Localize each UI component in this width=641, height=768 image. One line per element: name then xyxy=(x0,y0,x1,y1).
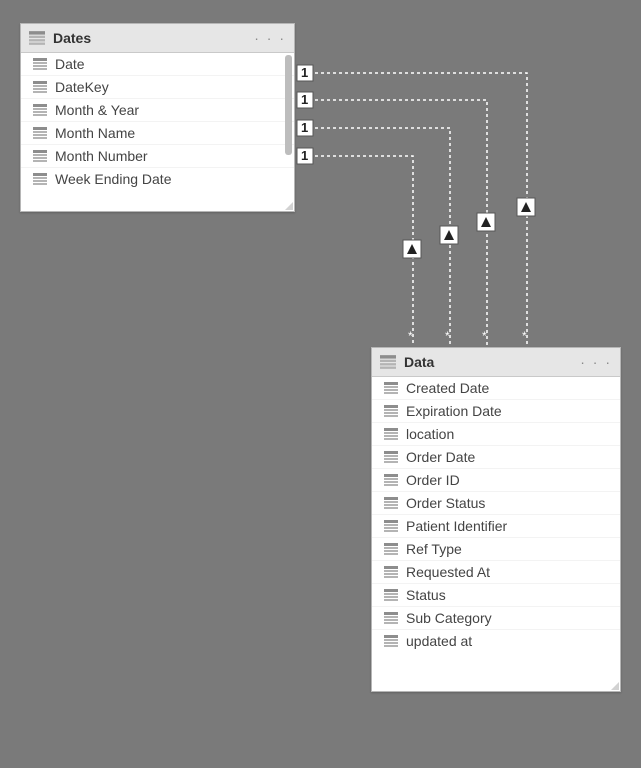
cardinality-many: * xyxy=(408,329,413,343)
column-icon xyxy=(384,589,398,601)
cardinality-one: 1 xyxy=(301,65,308,80)
table-title: Dates xyxy=(53,30,246,46)
field-label: Sub Category xyxy=(406,610,492,626)
field-label: Patient Identifier xyxy=(406,518,507,534)
cardinality-one: 1 xyxy=(301,92,308,107)
field-label: Month Name xyxy=(55,125,135,141)
field-label: Month & Year xyxy=(55,102,139,118)
table-menu-button[interactable]: · · · xyxy=(254,31,286,45)
model-canvas[interactable]: 1 * 1 * 1 * 1 * xyxy=(0,0,641,768)
field-row[interactable]: Order ID xyxy=(372,468,620,491)
column-icon xyxy=(33,81,47,93)
field-label: Week Ending Date xyxy=(55,171,171,187)
table-field-list: Date DateKey Month & Year Month Name Mon… xyxy=(21,53,294,210)
column-icon xyxy=(33,58,47,70)
column-icon xyxy=(384,566,398,578)
field-label: updated at xyxy=(406,633,472,649)
table-card-data[interactable]: Data · · · Created Date Expiration Date … xyxy=(371,347,621,692)
field-row[interactable]: Week Ending Date xyxy=(21,167,294,190)
field-row[interactable]: Requested At xyxy=(372,560,620,583)
field-label: Created Date xyxy=(406,380,489,396)
column-icon xyxy=(384,497,398,509)
table-icon xyxy=(380,355,396,369)
cardinality-many: * xyxy=(482,329,487,343)
field-row[interactable]: Order Date xyxy=(372,445,620,468)
cardinality-one: 1 xyxy=(301,148,308,163)
relationship-line[interactable]: 1 * xyxy=(297,92,495,345)
field-row[interactable]: Month & Year xyxy=(21,98,294,121)
column-icon xyxy=(384,474,398,486)
column-icon xyxy=(384,520,398,532)
field-label: Ref Type xyxy=(406,541,462,557)
cardinality-one: 1 xyxy=(301,120,308,135)
cardinality-many: * xyxy=(522,329,527,343)
table-icon xyxy=(29,31,45,45)
table-menu-button[interactable]: · · · xyxy=(580,355,612,369)
field-label: Month Number xyxy=(55,148,148,164)
resize-handle[interactable] xyxy=(609,680,619,690)
column-icon xyxy=(384,382,398,394)
field-label: Order Date xyxy=(406,449,475,465)
field-label: DateKey xyxy=(55,79,109,95)
column-icon xyxy=(33,173,47,185)
field-row[interactable]: location xyxy=(372,422,620,445)
field-label: Date xyxy=(55,56,85,72)
field-row[interactable]: updated at xyxy=(372,629,620,652)
field-row[interactable]: DateKey xyxy=(21,75,294,98)
scrollbar[interactable] xyxy=(285,55,292,155)
field-row[interactable]: Patient Identifier xyxy=(372,514,620,537)
table-title: Data xyxy=(404,354,572,370)
field-label: Requested At xyxy=(406,564,490,580)
column-icon xyxy=(33,150,47,162)
table-header[interactable]: Dates · · · xyxy=(21,24,294,53)
relationship-line[interactable]: 1 * xyxy=(297,65,535,345)
field-label: location xyxy=(406,426,454,442)
column-icon xyxy=(384,428,398,440)
field-row[interactable]: Order Status xyxy=(372,491,620,514)
field-label: Order Status xyxy=(406,495,485,511)
table-header[interactable]: Data · · · xyxy=(372,348,620,377)
column-icon xyxy=(384,612,398,624)
field-row[interactable]: Date xyxy=(21,53,294,75)
column-icon xyxy=(33,127,47,139)
field-row[interactable]: Month Number xyxy=(21,144,294,167)
field-label: Expiration Date xyxy=(406,403,502,419)
field-row[interactable]: Created Date xyxy=(372,377,620,399)
column-icon xyxy=(384,543,398,555)
field-label: Status xyxy=(406,587,446,603)
table-card-dates[interactable]: Dates · · · Date DateKey Month & Year Mo… xyxy=(20,23,295,212)
relationship-line[interactable]: 1 * xyxy=(297,148,421,345)
cardinality-many: * xyxy=(445,329,450,343)
field-label: Order ID xyxy=(406,472,460,488)
column-icon xyxy=(384,405,398,417)
column-icon xyxy=(384,635,398,647)
field-row[interactable]: Status xyxy=(372,583,620,606)
relationship-line[interactable]: 1 * xyxy=(297,120,458,345)
field-row[interactable]: Month Name xyxy=(21,121,294,144)
field-row[interactable]: Expiration Date xyxy=(372,399,620,422)
field-row[interactable]: Ref Type xyxy=(372,537,620,560)
field-row[interactable]: Sub Category xyxy=(372,606,620,629)
column-icon xyxy=(384,451,398,463)
resize-handle[interactable] xyxy=(283,200,293,210)
table-field-list: Created Date Expiration Date location Or… xyxy=(372,377,620,690)
column-icon xyxy=(33,104,47,116)
